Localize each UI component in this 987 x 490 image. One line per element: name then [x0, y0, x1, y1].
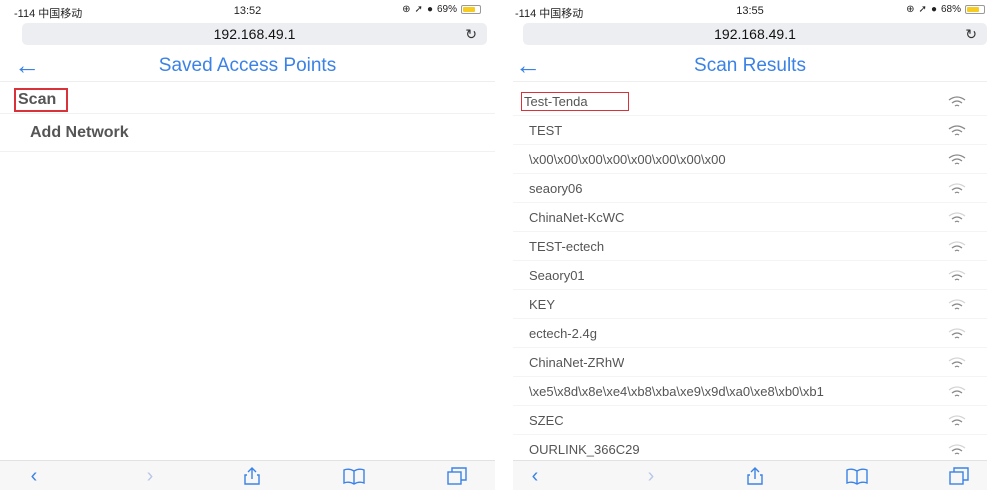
nav-bar: ← Scan Results	[513, 50, 987, 82]
wifi-signal-icon	[948, 183, 966, 194]
wifi-signal-icon	[948, 415, 966, 426]
right-screen: -114 中国移动 13:55 ⊕ ➚ ● 68% 192.168.49.1 ↻…	[513, 0, 987, 490]
browser-toolbar: ‹ ›	[0, 460, 495, 490]
network-row[interactable]: ectech-2.4g	[513, 319, 987, 348]
page-title: Saved Access Points	[158, 55, 337, 76]
nav-bar: ← Saved Access Points	[0, 50, 495, 82]
network-row[interactable]: ChinaNet-KcWC	[513, 203, 987, 232]
address-bar[interactable]: 192.168.49.1 ↻	[523, 23, 987, 45]
network-ssid: TEST-ectech	[529, 238, 605, 254]
network-ssid: \x00\x00\x00\x00\x00\x00\x00\x00	[529, 151, 726, 167]
screen-divider	[495, 0, 513, 490]
add-network-label: Add Network	[30, 123, 129, 141]
tabs-icon[interactable]	[947, 466, 971, 486]
scan-menu-item[interactable]: Scan	[0, 86, 495, 114]
page-title: Scan Results	[694, 55, 806, 76]
network-ssid: OURLINK_366C29	[529, 441, 640, 457]
location-icon: ➚	[414, 4, 423, 15]
network-ssid: \xe5\x8d\x8e\xe4\xb8\xba\xe9\x9d\xa0\xe8…	[529, 383, 824, 399]
network-row[interactable]: SZEC	[513, 406, 987, 435]
add-network-menu-item[interactable]: Add Network	[0, 114, 495, 152]
network-row[interactable]: Seaory01	[513, 261, 987, 290]
network-row[interactable]: seaory06	[513, 174, 987, 203]
network-ssid: ectech-2.4g	[529, 325, 597, 341]
network-row[interactable]: \x00\x00\x00\x00\x00\x00\x00\x00	[513, 145, 987, 174]
tabs-icon[interactable]	[445, 466, 469, 486]
wifi-signal-icon	[948, 270, 966, 281]
scan-results-list: Test-Tenda TEST \x00\x00\x00\x00\x00\x00\x…	[513, 87, 987, 464]
forward-icon[interactable]: ›	[639, 466, 663, 486]
forward-icon[interactable]: ›	[138, 466, 162, 486]
alarm-icon: ●	[426, 4, 433, 15]
network-ssid: SZEC	[529, 412, 564, 428]
wifi-signal-icon	[948, 299, 966, 310]
wifi-signal-icon	[948, 212, 966, 223]
battery-icon	[965, 5, 985, 14]
bookmarks-icon[interactable]	[342, 466, 366, 486]
lock-rotation-icon: ⊕	[906, 4, 915, 15]
network-row[interactable]: TEST-ectech	[513, 232, 987, 261]
network-row[interactable]: \xe5\x8d\x8e\xe4\xb8\xba\xe9\x9d\xa0\xe8…	[513, 377, 987, 406]
status-bar: -114 中国移动 13:55 ⊕ ➚ ● 68%	[513, 0, 987, 22]
status-indicators: ⊕ ➚ ● 68%	[906, 4, 985, 15]
wifi-signal-icon	[948, 357, 966, 368]
battery-percent: 69%	[436, 4, 457, 15]
bookmarks-icon[interactable]	[845, 466, 869, 486]
wifi-signal-icon	[948, 125, 966, 136]
address-bar[interactable]: 192.168.49.1 ↻	[22, 23, 487, 45]
share-icon[interactable]	[240, 466, 264, 486]
network-row[interactable]: Test-Tenda	[513, 87, 987, 116]
url-text: 192.168.49.1	[714, 26, 796, 42]
network-ssid: Test-Tenda	[521, 91, 629, 111]
network-ssid: Seaory01	[529, 267, 585, 283]
battery-icon	[461, 5, 481, 14]
wifi-signal-icon	[948, 154, 966, 165]
wifi-signal-icon	[948, 96, 966, 107]
network-ssid: seaory06	[529, 180, 583, 196]
status-indicators: ⊕ ➚ ● 69%	[402, 4, 481, 15]
network-ssid: ChinaNet-KcWC	[529, 209, 625, 225]
url-text: 192.168.49.1	[213, 26, 296, 42]
alarm-icon: ●	[930, 4, 937, 15]
back-icon[interactable]: ‹	[523, 466, 547, 486]
wifi-signal-icon	[948, 328, 966, 339]
network-ssid: ChinaNet-ZRhW	[529, 354, 625, 370]
location-icon: ➚	[918, 4, 927, 15]
network-row[interactable]: ChinaNet-ZRhW	[513, 348, 987, 377]
network-ssid: KEY	[529, 296, 556, 312]
network-row[interactable]: TEST	[513, 116, 987, 145]
share-icon[interactable]	[743, 466, 767, 486]
browser-toolbar: ‹ ›	[513, 460, 987, 490]
status-bar: -114 中国移动 13:52 ⊕ ➚ ● 69%	[0, 0, 495, 22]
network-ssid: TEST	[529, 122, 563, 138]
wifi-signal-icon	[948, 444, 966, 455]
wifi-signal-icon	[948, 241, 966, 252]
menu-list: Scan Add Network	[0, 86, 495, 152]
network-row[interactable]: KEY	[513, 290, 987, 319]
back-icon[interactable]: ‹	[22, 466, 46, 486]
reload-icon[interactable]: ↻	[965, 23, 977, 45]
scan-label: Scan	[14, 87, 69, 112]
wifi-signal-icon	[948, 386, 966, 397]
reload-icon[interactable]: ↻	[465, 23, 477, 45]
left-screen: -114 中国移动 13:52 ⊕ ➚ ● 69% 192.168.49.1 ↻…	[0, 0, 495, 490]
lock-rotation-icon: ⊕	[402, 4, 411, 15]
battery-percent: 68%	[940, 4, 961, 15]
